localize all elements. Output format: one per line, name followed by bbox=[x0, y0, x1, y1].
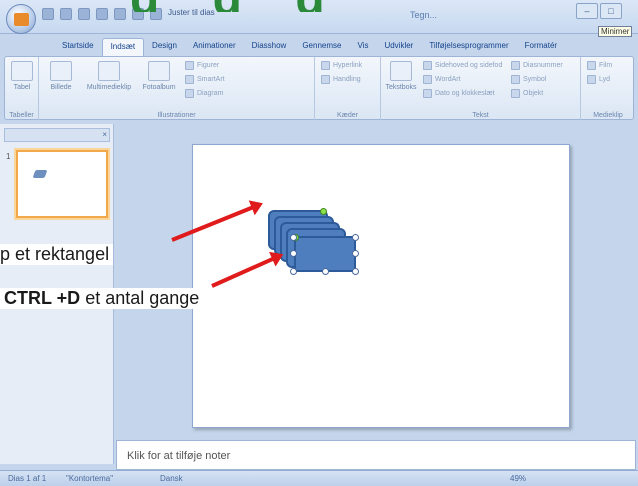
table-icon bbox=[11, 61, 33, 81]
tab-startside[interactable]: Startside bbox=[54, 38, 102, 56]
figurer-button[interactable]: Figurer bbox=[185, 61, 219, 70]
annotation-line-1: p et rektangel bbox=[0, 244, 114, 265]
sidehoved-button[interactable]: Sidehoved og sidefod bbox=[423, 61, 502, 70]
minimize-tooltip: Minimer bbox=[598, 26, 633, 37]
annotation-line-2: CTRL +D et antal gange bbox=[0, 288, 204, 309]
fotoalbum-button[interactable]: Fotoalbum bbox=[139, 61, 179, 91]
rotation-handle[interactable] bbox=[320, 208, 327, 215]
film-button[interactable]: Film bbox=[587, 61, 612, 70]
maximize-button[interactable]: □ bbox=[600, 3, 622, 19]
rectangle-5[interactable] bbox=[294, 236, 356, 272]
status-bar: Dias 1 af 1 "Kontortema" Dansk 49% bbox=[0, 470, 638, 486]
zoom-level[interactable]: 49% bbox=[510, 474, 526, 483]
status-theme: "Kontortema" bbox=[66, 474, 114, 483]
tabel-button[interactable]: Tabel bbox=[2, 61, 42, 91]
lyd-button[interactable]: Lyd bbox=[587, 75, 610, 84]
resize-handle-tr[interactable] bbox=[352, 234, 359, 241]
picture-icon bbox=[50, 61, 72, 81]
group-kaeder: Hyperlink Handling Kæder bbox=[315, 57, 381, 120]
tekstboks-button[interactable]: Tekstboks bbox=[381, 61, 421, 91]
slide-canvas-area bbox=[116, 124, 636, 436]
resize-handle-bm[interactable] bbox=[322, 268, 329, 275]
dato-button[interactable]: Dato og klokkeslæt bbox=[423, 89, 495, 98]
diagram-button[interactable]: Diagram bbox=[185, 89, 223, 98]
save-icon[interactable] bbox=[42, 8, 54, 20]
hyperlink-icon bbox=[321, 61, 330, 70]
resize-handle-tl[interactable] bbox=[290, 234, 297, 241]
tab-animationer[interactable]: Animationer bbox=[185, 38, 244, 56]
omega-icon bbox=[511, 75, 520, 84]
tab-udvikler[interactable]: Udvikler bbox=[376, 38, 421, 56]
tab-formater[interactable]: Formatér bbox=[517, 38, 565, 56]
undo-icon[interactable] bbox=[60, 8, 72, 20]
slide-thumbnail[interactable] bbox=[16, 150, 108, 218]
align-icon[interactable] bbox=[114, 8, 126, 20]
status-slide: Dias 1 af 1 bbox=[8, 474, 47, 483]
chart-icon bbox=[185, 89, 194, 98]
slide-title-fragment: g g g bbox=[130, 0, 530, 12]
thumb-shape bbox=[32, 170, 48, 178]
object-icon bbox=[511, 89, 520, 98]
smartart-button[interactable]: SmartArt bbox=[185, 75, 225, 84]
annotation-rest: et antal gange bbox=[80, 288, 200, 308]
sound-icon bbox=[587, 75, 596, 84]
group-tabeller: Tabel Tabeller bbox=[5, 57, 39, 120]
status-language: Dansk bbox=[160, 474, 183, 483]
tab-diasshow[interactable]: Diasshow bbox=[244, 38, 295, 56]
close-icon[interactable]: × bbox=[102, 130, 107, 139]
tab-design[interactable]: Design bbox=[144, 38, 185, 56]
resize-handle-br[interactable] bbox=[352, 268, 359, 275]
multimedieklip-button[interactable]: Multimedieklip bbox=[81, 61, 137, 91]
group-tekst: Tekstboks Sidehoved og sidefod WordArt D… bbox=[381, 57, 581, 120]
resize-handle-ml[interactable] bbox=[290, 250, 297, 257]
ribbon-panel: Tabel Tabeller Billede Multimedieklip Fo… bbox=[4, 56, 634, 120]
smartart-icon bbox=[185, 75, 194, 84]
group-illustrationer: Billede Multimedieklip Fotoalbum Figurer… bbox=[39, 57, 315, 120]
shape-icon[interactable] bbox=[96, 8, 108, 20]
diasnummer-button[interactable]: Diasnummer bbox=[511, 61, 563, 70]
textbox-icon bbox=[390, 61, 412, 81]
film-icon bbox=[587, 61, 596, 70]
shapes-icon bbox=[185, 61, 194, 70]
tab-indsaet[interactable]: Indsæt bbox=[101, 38, 145, 56]
group-medieklip: Film Lyd Medieklip bbox=[581, 57, 635, 120]
objekt-button[interactable]: Objekt bbox=[511, 89, 543, 98]
minimize-button[interactable]: – bbox=[576, 3, 598, 19]
date-time-icon bbox=[423, 89, 432, 98]
panel-tabs[interactable]: × bbox=[4, 128, 110, 142]
ribbon-tabs: Startside Indsæt Design Animationer Dias… bbox=[0, 38, 638, 56]
slide-number-icon bbox=[511, 61, 520, 70]
office-logo-icon bbox=[14, 13, 29, 26]
notes-placeholder: Klik for at tilføje noter bbox=[127, 450, 231, 462]
office-button[interactable] bbox=[6, 4, 36, 34]
photo-album-icon bbox=[148, 61, 170, 81]
annotation-shortcut: CTRL +D bbox=[4, 288, 81, 308]
tab-tilfoejelsesprogrammer[interactable]: Tilføjelsesprogrammer bbox=[421, 38, 516, 56]
billede-button[interactable]: Billede bbox=[41, 61, 81, 91]
redo-icon[interactable] bbox=[78, 8, 90, 20]
symbol-button[interactable]: Symbol bbox=[511, 75, 546, 84]
slide[interactable] bbox=[192, 144, 570, 428]
thumb-number: 1 bbox=[6, 152, 11, 161]
notes-pane[interactable]: Klik for at tilføje noter bbox=[116, 440, 636, 470]
header-footer-icon bbox=[423, 61, 432, 70]
action-icon bbox=[321, 75, 330, 84]
handling-button[interactable]: Handling bbox=[321, 75, 361, 84]
wordart-button[interactable]: WordArt bbox=[423, 75, 461, 84]
wordart-icon bbox=[423, 75, 432, 84]
clipart-icon bbox=[98, 61, 120, 81]
hyperlink-button[interactable]: Hyperlink bbox=[321, 61, 362, 70]
tab-vis[interactable]: Vis bbox=[349, 38, 376, 56]
resize-handle-bl[interactable] bbox=[290, 268, 297, 275]
resize-handle-mr[interactable] bbox=[352, 250, 359, 257]
tab-gennemse[interactable]: Gennemse bbox=[294, 38, 349, 56]
